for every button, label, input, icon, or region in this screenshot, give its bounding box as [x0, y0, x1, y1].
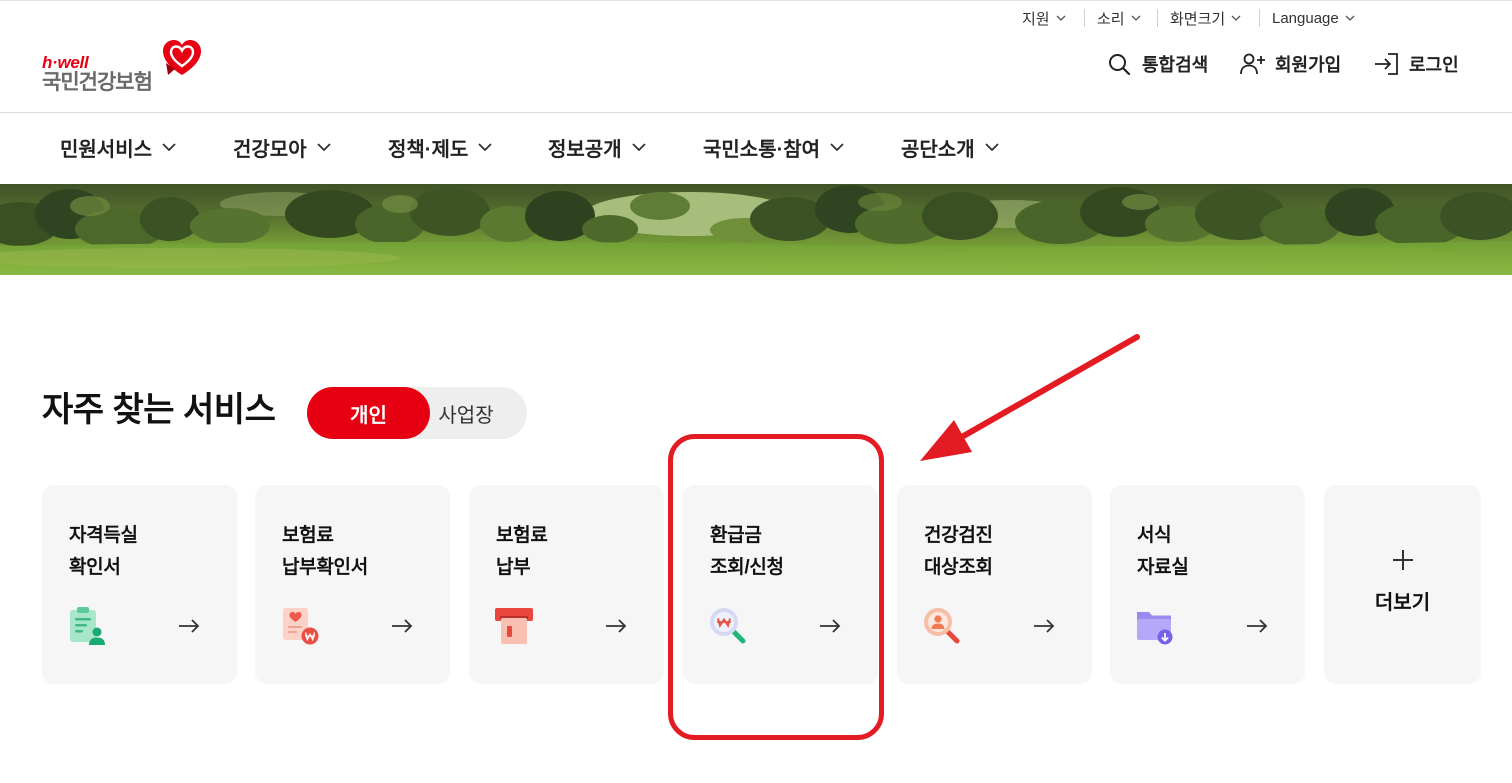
audience-toggle: 개인 사업장	[307, 387, 527, 439]
tab-business[interactable]: 사업장	[430, 387, 502, 439]
arrow-right-icon	[391, 618, 413, 634]
chevron-down-icon	[984, 143, 999, 151]
chevron-down-icon	[631, 143, 646, 151]
utility-sound[interactable]: 소리	[1097, 8, 1141, 28]
service-card-refund-inquiry[interactable]: 환급금 조회/신청	[683, 485, 878, 684]
folder-download-icon	[1135, 606, 1175, 646]
nav-civil-services[interactable]: 민원서비스	[60, 134, 176, 161]
nav-label: 건강모아	[233, 138, 307, 161]
arrow-right-icon	[178, 618, 200, 634]
heart-logo-icon	[161, 38, 203, 80]
card-title: 서식 자료실	[1137, 520, 1189, 584]
nav-about[interactable]: 공단소개	[901, 134, 999, 161]
utility-label: 소리	[1097, 10, 1125, 28]
hero-banner-image	[0, 184, 1512, 275]
login-label: 로그인	[1409, 55, 1459, 75]
utility-label: 화면크기	[1170, 10, 1226, 28]
arrow-right-icon	[1246, 618, 1268, 634]
card-title-line2: 조회/신청	[710, 557, 784, 578]
card-title-line2: 납부확인서	[282, 557, 368, 578]
utility-separator	[1084, 9, 1085, 27]
utility-support[interactable]: 지원	[1022, 8, 1066, 28]
chevron-down-icon	[316, 143, 331, 151]
chevron-down-icon	[1056, 15, 1066, 21]
site-logo[interactable]: h·well 국민건강보험	[40, 36, 210, 100]
service-card-premium-payment-certificate[interactable]: 보험료 납부확인서	[255, 485, 450, 684]
card-title-line2: 대상조회	[924, 557, 993, 578]
integrated-search-button[interactable]: 통합검색	[1108, 51, 1208, 77]
utility-language[interactable]: Language	[1272, 8, 1355, 28]
arrow-right-icon	[819, 618, 841, 634]
arrow-right-icon	[1033, 618, 1055, 634]
nav-label: 민원서비스	[60, 138, 152, 161]
card-title-line1: 서식	[1137, 525, 1172, 546]
annotation-arrow-shaft	[957, 334, 1140, 441]
top-border	[0, 0, 1512, 1]
nav-policy[interactable]: 정책·제도	[388, 134, 492, 161]
card-title-line1: 자격득실	[69, 525, 138, 546]
more-label: 더보기	[1374, 592, 1431, 614]
nav-communication[interactable]: 국민소통·참여	[703, 134, 844, 161]
chevron-down-icon	[478, 143, 492, 151]
annotation-arrow-head	[920, 420, 972, 461]
card-title-line1: 건강검진	[924, 525, 993, 546]
tab-personal[interactable]: 개인	[307, 387, 430, 439]
payment-card-icon	[494, 606, 534, 646]
card-title-line1: 환급금	[710, 525, 762, 546]
card-title: 건강검진 대상조회	[924, 520, 993, 584]
nav-label: 정보공개	[548, 138, 622, 161]
clipboard-person-icon	[67, 606, 107, 646]
header-divider	[0, 112, 1512, 113]
utility-screen-size[interactable]: 화면크기	[1170, 8, 1241, 28]
utility-separator	[1157, 9, 1158, 27]
card-title: 보험료 납부	[496, 520, 548, 584]
logo-tagline: h·well	[42, 53, 89, 72]
card-title-line2: 자료실	[1137, 557, 1189, 578]
search-icon	[1108, 53, 1130, 75]
service-card-qualification-certificate[interactable]: 자격득실 확인서	[42, 485, 237, 684]
card-title: 자격득실 확인서	[69, 520, 138, 584]
receipt-won-icon	[280, 606, 320, 646]
utility-label: Language	[1272, 9, 1339, 27]
card-title-line1: 보험료	[282, 525, 334, 546]
service-card-forms-library[interactable]: 서식 자료실	[1110, 485, 1305, 684]
search-label: 통합검색	[1142, 55, 1209, 75]
person-magnifier-icon	[922, 606, 962, 646]
card-title-line2: 확인서	[69, 557, 121, 578]
nav-label: 정책·제도	[388, 138, 469, 161]
section-title: 자주 찾는 서비스	[42, 391, 276, 429]
service-card-health-checkup-lookup[interactable]: 건강검진 대상조회	[897, 485, 1092, 684]
signup-label: 회원가입	[1275, 55, 1342, 75]
logo-name: 국민건강보험	[42, 71, 153, 94]
arrow-right-icon	[605, 618, 627, 634]
login-button[interactable]: 로그인	[1373, 51, 1459, 77]
chevron-down-icon	[1131, 15, 1141, 21]
card-title-line1: 보험료	[496, 525, 548, 546]
chevron-down-icon	[1231, 15, 1241, 21]
chevron-down-icon	[162, 143, 176, 151]
user-plus-icon	[1240, 53, 1266, 75]
card-title-line2: 납부	[496, 557, 531, 578]
card-title: 환급금 조회/신청	[710, 520, 784, 584]
chevron-down-icon	[1345, 15, 1355, 21]
plus-icon	[1392, 549, 1414, 571]
signup-button[interactable]: 회원가입	[1240, 51, 1341, 77]
card-title: 보험료 납부확인서	[282, 520, 368, 584]
chevron-down-icon	[830, 143, 844, 151]
nav-label: 국민소통·참여	[703, 138, 821, 161]
nav-health-moa[interactable]: 건강모아	[233, 134, 331, 161]
nav-info-disclosure[interactable]: 정보공개	[548, 134, 646, 161]
won-magnifier-icon	[708, 606, 748, 646]
service-card-premium-payment[interactable]: 보험료 납부	[469, 485, 664, 684]
nav-label: 공단소개	[901, 138, 975, 161]
utility-label: 지원	[1022, 10, 1050, 28]
utility-separator	[1259, 9, 1260, 27]
more-services-button[interactable]: 더보기	[1324, 485, 1481, 684]
login-icon	[1373, 52, 1399, 76]
